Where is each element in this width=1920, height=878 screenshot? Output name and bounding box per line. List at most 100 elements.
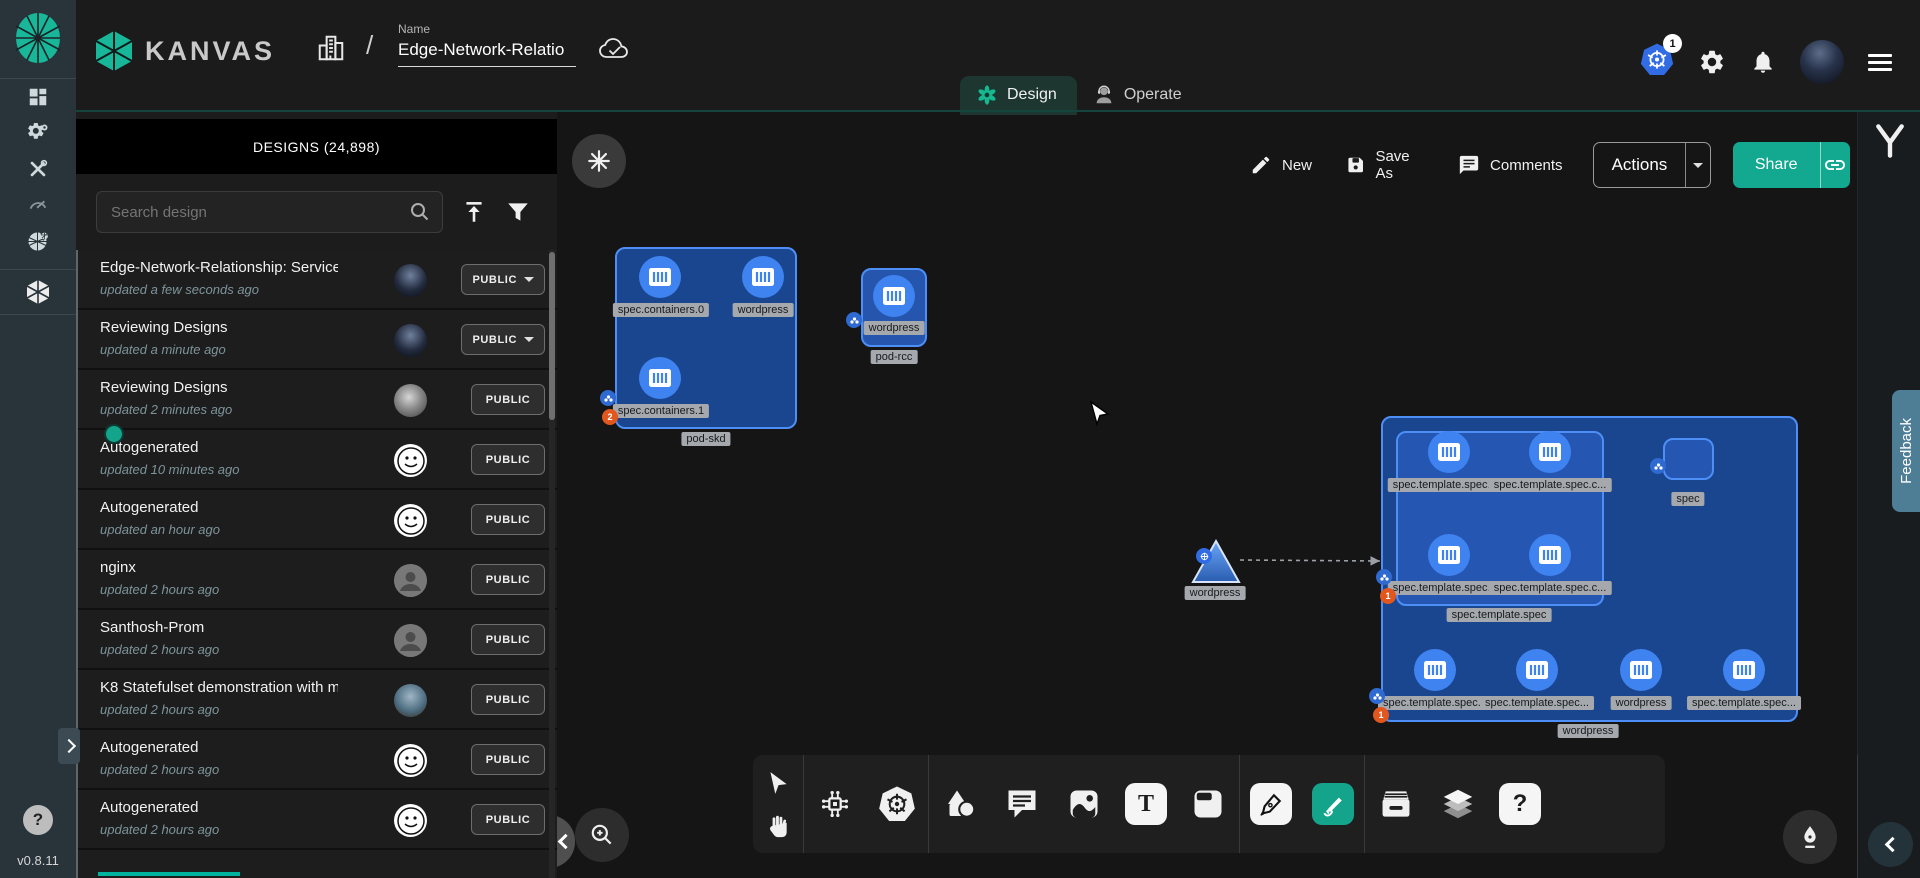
spec-node[interactable] (1663, 438, 1714, 480)
container-node[interactable] (1529, 431, 1571, 473)
freehand-draw-tool[interactable] (1302, 755, 1364, 853)
canvas-filter-fab[interactable] (572, 134, 626, 188)
meshery-logo[interactable] (14, 12, 62, 64)
organization-icon[interactable] (316, 33, 346, 63)
container-node[interactable] (639, 357, 681, 399)
container-icon (1437, 442, 1461, 462)
notifications-bell-icon[interactable] (1750, 49, 1776, 75)
designs-scrollbar-thumb[interactable] (549, 252, 555, 420)
design-row[interactable]: Autogenerated updated an hour ago PUBLIC (78, 490, 557, 550)
collaborator-presence-dot (104, 424, 124, 444)
nav-dashboard[interactable] (0, 79, 76, 115)
warning-count-badge[interactable]: 1 (1380, 588, 1396, 604)
new-design-button[interactable]: New (1250, 154, 1312, 176)
design-row[interactable]: Edge-Network-Relationship: Service updat… (78, 250, 557, 310)
canvas-action-row: New Save As Comments Actions Share (1250, 140, 1850, 190)
container-node[interactable] (1620, 649, 1662, 691)
container-icon (1525, 660, 1549, 680)
group-label-chip: wordpress (1558, 724, 1619, 738)
nav-mesh[interactable] (0, 223, 76, 259)
pod-status-badge[interactable] (1376, 569, 1392, 585)
kanvas-logo[interactable]: KANVAS (95, 30, 275, 72)
pen-tool[interactable] (1240, 755, 1302, 853)
actions-split-button[interactable]: Actions (1593, 142, 1711, 188)
design-row[interactable]: Autogenerated updated 2 hours ago PUBLIC (78, 730, 557, 790)
design-row[interactable]: Santhosh-Prom updated 2 hours ago PUBLIC (78, 610, 557, 670)
user-avatar[interactable] (1800, 40, 1844, 84)
components-tool[interactable] (804, 755, 866, 853)
container-node[interactable] (1516, 649, 1558, 691)
visibility-badge: PUBLIC (471, 804, 545, 835)
pan-hand-tool[interactable] (765, 813, 791, 839)
kubernetes-tool[interactable] (866, 755, 928, 853)
design-name-input[interactable] (398, 40, 576, 67)
container-icon (1538, 442, 1562, 462)
drawer-tool[interactable] (1365, 755, 1427, 853)
text-tool[interactable]: T (1115, 755, 1177, 853)
layers-tool[interactable] (1427, 755, 1489, 853)
design-search-input[interactable] (97, 204, 408, 221)
warning-count-badge[interactable]: 1 (1373, 707, 1389, 723)
nav-configuration[interactable] (0, 151, 76, 187)
import-design-button[interactable] (461, 199, 487, 225)
design-mode-fab[interactable] (1783, 810, 1837, 864)
filter-designs-button[interactable] (505, 199, 531, 225)
shapes-tool[interactable] (929, 755, 991, 853)
node-label-chip: spec.template.spec.c... (1489, 581, 1612, 595)
design-row[interactable]: Reviewing Designs updated 2 minutes ago … (78, 370, 557, 430)
nav-lifecycle[interactable] (0, 115, 76, 151)
actions-caret-button[interactable] (1685, 142, 1710, 188)
pod-status-badge[interactable] (600, 390, 616, 406)
rail-bottom: ? v0.8.11 (0, 805, 76, 868)
container-node[interactable] (1428, 534, 1470, 576)
container-node[interactable] (639, 256, 681, 298)
design-row[interactable]: nginx updated 2 hours ago PUBLIC (78, 550, 557, 610)
kanvas-nav-icon (25, 279, 51, 305)
lifecycle-gears-icon (26, 121, 50, 145)
copy-link-button[interactable] (1820, 142, 1850, 188)
version-compare-icon[interactable] (1872, 122, 1908, 160)
container-node[interactable] (1428, 431, 1470, 473)
hamburger-menu-icon[interactable] (1868, 54, 1892, 71)
panel-expand-handle[interactable] (58, 728, 80, 764)
pod-status-badge[interactable] (1369, 688, 1385, 704)
settings-gear-icon[interactable] (1698, 48, 1726, 76)
pod-status-badge[interactable] (1650, 458, 1666, 474)
design-row[interactable]: Autogenerated updated 2 hours ago PUBLIC (78, 790, 557, 850)
chevron-left-icon (557, 834, 573, 850)
visibility-badge[interactable]: PUBLIC (461, 264, 545, 295)
edge-connector (1236, 548, 1388, 568)
nav-performance[interactable] (0, 187, 76, 223)
feedback-tab[interactable]: Feedback (1892, 390, 1920, 512)
comments-button[interactable]: Comments (1458, 154, 1563, 176)
pod-template-group-node[interactable] (1396, 431, 1604, 606)
help-button[interactable]: ? (23, 805, 53, 835)
share-split-button[interactable]: Share (1733, 142, 1850, 188)
comment-tool[interactable] (991, 755, 1053, 853)
zoom-control-fab[interactable] (575, 808, 629, 862)
warning-count-badge[interactable]: 2 (602, 409, 618, 425)
nav-kanvas[interactable] (0, 270, 76, 314)
k8s-context-switcher[interactable]: 1 (1640, 43, 1674, 81)
design-row[interactable]: K8 Statefulset demonstration with mo upd… (78, 670, 557, 730)
save-as-button[interactable]: Save As (1346, 148, 1424, 182)
design-row[interactable]: Autogenerated updated 10 minutes ago PUB… (78, 430, 557, 490)
open-right-drawer-button[interactable] (1868, 822, 1913, 867)
node-label-chip: wordpress (1611, 696, 1672, 710)
container-node[interactable] (1529, 534, 1571, 576)
notes-tool[interactable] (1177, 755, 1239, 853)
image-tool[interactable] (1053, 755, 1115, 853)
select-cursor-tool[interactable] (765, 770, 791, 796)
design-row[interactable]: Reviewing Designs updated a minute ago P… (78, 310, 557, 370)
container-node[interactable] (1723, 649, 1765, 691)
toolbar-help[interactable]: ? (1489, 755, 1551, 853)
visibility-badge[interactable]: PUBLIC (461, 324, 545, 355)
smiley-avatar-icon (396, 806, 426, 836)
pod-status-badge[interactable] (846, 312, 862, 328)
group-label-chip: pod-rcc (871, 350, 918, 364)
design-updated: updated a few seconds ago (100, 282, 259, 297)
container-node[interactable] (742, 256, 784, 298)
workspace-top-divider (76, 110, 1920, 112)
container-node[interactable] (1414, 649, 1456, 691)
container-node[interactable] (873, 275, 915, 317)
